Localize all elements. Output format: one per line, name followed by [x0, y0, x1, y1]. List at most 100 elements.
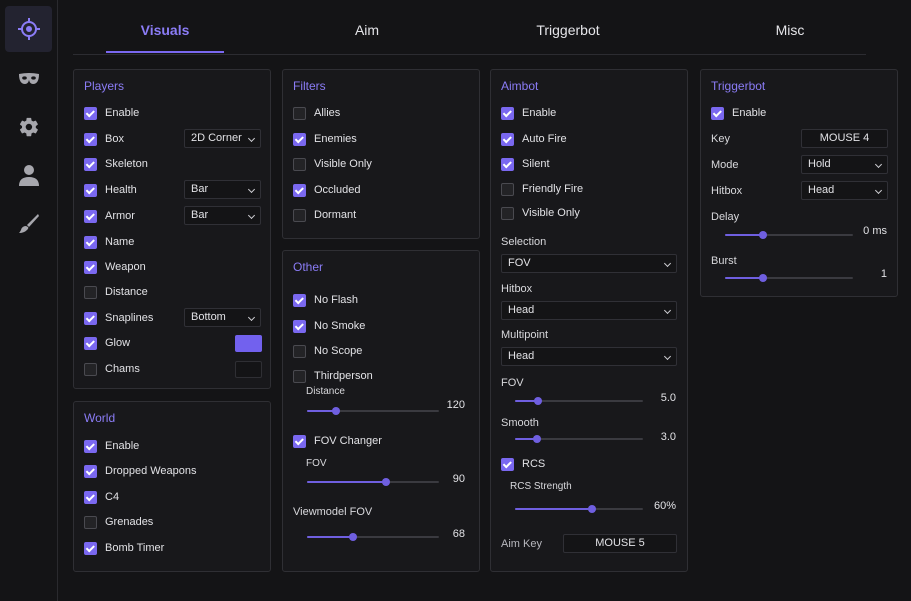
aimbot-friendly-fire-checkbox[interactable]: Friendly Fire [501, 181, 583, 197]
checkbox[interactable] [84, 285, 97, 299]
checkbox[interactable] [293, 344, 306, 358]
armor-style-select[interactable]: Bar [184, 206, 261, 225]
trigger-mode-select[interactable]: Hold [801, 155, 888, 174]
snaplines-position-select[interactable]: Bottom [184, 308, 261, 327]
aimbot-rcs-checkbox[interactable]: RCS [501, 456, 545, 472]
checkbox[interactable] [293, 132, 306, 146]
checkbox[interactable] [501, 106, 514, 120]
checkbox[interactable] [501, 132, 514, 146]
tab-misc[interactable]: Misc [750, 22, 830, 38]
checkbox[interactable] [293, 106, 306, 120]
tab-triggerbot[interactable]: Triggerbot [518, 22, 618, 38]
sidebar-item-profile[interactable] [5, 152, 52, 198]
smooth-slider[interactable] [515, 435, 643, 443]
filters-visible-only-checkbox[interactable]: Visible Only [293, 156, 372, 172]
sidebar-item-settings[interactable] [5, 104, 52, 150]
checkbox[interactable] [84, 260, 97, 274]
sidebar-item-skins[interactable] [5, 200, 52, 246]
checkbox[interactable] [84, 235, 97, 249]
filters-allies-checkbox[interactable]: Allies [293, 105, 340, 121]
aimbot-auto-fire-checkbox[interactable]: Auto Fire [501, 131, 567, 147]
filters-enemies-checkbox[interactable]: Enemies [293, 131, 357, 147]
checkbox[interactable] [84, 132, 97, 146]
other-thirdperson-checkbox[interactable]: Thirdperson [293, 368, 373, 384]
aimbot-enable-checkbox[interactable]: Enable [501, 105, 556, 121]
slider-handle[interactable] [759, 231, 768, 239]
triggerbot-enable-checkbox[interactable]: Enable [711, 105, 766, 121]
multipoint-select[interactable]: Head [501, 347, 677, 366]
other-no-smoke-checkbox[interactable]: No Smoke [293, 318, 365, 334]
slider-handle[interactable] [587, 505, 596, 513]
thirdperson-distance-slider[interactable] [307, 407, 439, 415]
checkbox[interactable] [293, 319, 306, 333]
slider-handle[interactable] [759, 274, 768, 282]
hitbox-select[interactable]: Head [501, 301, 677, 320]
aimbot-visible-only-checkbox[interactable]: Visible Only [501, 205, 580, 221]
checkbox[interactable] [84, 362, 97, 376]
chams-color-swatch[interactable] [235, 361, 262, 378]
sidebar-item-mask[interactable] [5, 56, 52, 102]
other-fov-changer-checkbox[interactable]: FOV Changer [293, 433, 382, 449]
aim-key-bind-button[interactable]: MOUSE 5 [563, 534, 677, 553]
checkbox[interactable] [84, 490, 97, 504]
checkbox[interactable] [501, 157, 514, 171]
checkbox[interactable] [293, 208, 306, 222]
aimbot-silent-checkbox[interactable]: Silent [501, 156, 550, 172]
players-armor-checkbox[interactable]: Armor [84, 208, 135, 224]
players-enable-checkbox[interactable]: Enable [84, 105, 139, 121]
world-c4-checkbox[interactable]: C4 [84, 489, 119, 505]
checkbox[interactable] [501, 206, 514, 220]
rcs-strength-slider[interactable] [515, 505, 643, 513]
sidebar-item-visuals[interactable] [5, 6, 52, 52]
checkbox[interactable] [84, 157, 97, 171]
checkbox[interactable] [84, 336, 97, 350]
selection-select[interactable]: FOV [501, 254, 677, 273]
players-weapon-checkbox[interactable]: Weapon [84, 259, 146, 275]
checkbox[interactable] [293, 369, 306, 383]
slider-handle[interactable] [382, 478, 391, 486]
tab-aim[interactable]: Aim [327, 22, 407, 38]
checkbox[interactable] [84, 183, 97, 197]
checkbox[interactable] [84, 464, 97, 478]
world-enable-checkbox[interactable]: Enable [84, 438, 139, 454]
players-name-checkbox[interactable]: Name [84, 234, 134, 250]
players-skeleton-checkbox[interactable]: Skeleton [84, 156, 148, 172]
checkbox[interactable] [293, 183, 306, 197]
checkbox[interactable] [84, 106, 97, 120]
checkbox[interactable] [84, 439, 97, 453]
checkbox[interactable] [293, 157, 306, 171]
trigger-key-bind-button[interactable]: MOUSE 4 [801, 129, 888, 148]
world-grenades-checkbox[interactable]: Grenades [84, 514, 153, 530]
viewmodel-fov-slider[interactable] [307, 533, 439, 541]
slider-handle[interactable] [332, 407, 341, 415]
filters-occluded-checkbox[interactable]: Occluded [293, 182, 360, 198]
players-snaplines-checkbox[interactable]: Snaplines [84, 310, 153, 326]
checkbox[interactable] [84, 541, 97, 555]
slider-handle[interactable] [534, 397, 543, 405]
checkbox[interactable] [501, 457, 514, 471]
other-no-scope-checkbox[interactable]: No Scope [293, 343, 362, 359]
glow-color-swatch[interactable] [235, 335, 262, 352]
checkbox[interactable] [293, 434, 306, 448]
world-dropped-weapons-checkbox[interactable]: Dropped Weapons [84, 463, 197, 479]
players-glow-checkbox[interactable]: Glow [84, 335, 130, 351]
checkbox[interactable] [84, 515, 97, 529]
players-chams-checkbox[interactable]: Chams [84, 361, 140, 377]
aimbot-fov-slider[interactable] [515, 397, 643, 405]
checkbox[interactable] [711, 106, 724, 120]
slider-handle[interactable] [349, 533, 358, 541]
fov-slider[interactable] [307, 478, 439, 486]
players-box-checkbox[interactable]: Box [84, 131, 124, 147]
checkbox[interactable] [84, 209, 97, 223]
players-health-checkbox[interactable]: Health [84, 182, 137, 198]
delay-slider[interactable] [725, 231, 853, 239]
slider-handle[interactable] [532, 435, 541, 443]
trigger-hitbox-select[interactable]: Head [801, 181, 888, 200]
checkbox[interactable] [501, 182, 514, 196]
tab-visuals[interactable]: Visuals [106, 22, 224, 38]
health-style-select[interactable]: Bar [184, 180, 261, 199]
checkbox[interactable] [293, 293, 306, 307]
checkbox[interactable] [84, 311, 97, 325]
box-style-select[interactable]: 2D Corner [184, 129, 261, 148]
players-distance-checkbox[interactable]: Distance [84, 284, 148, 300]
